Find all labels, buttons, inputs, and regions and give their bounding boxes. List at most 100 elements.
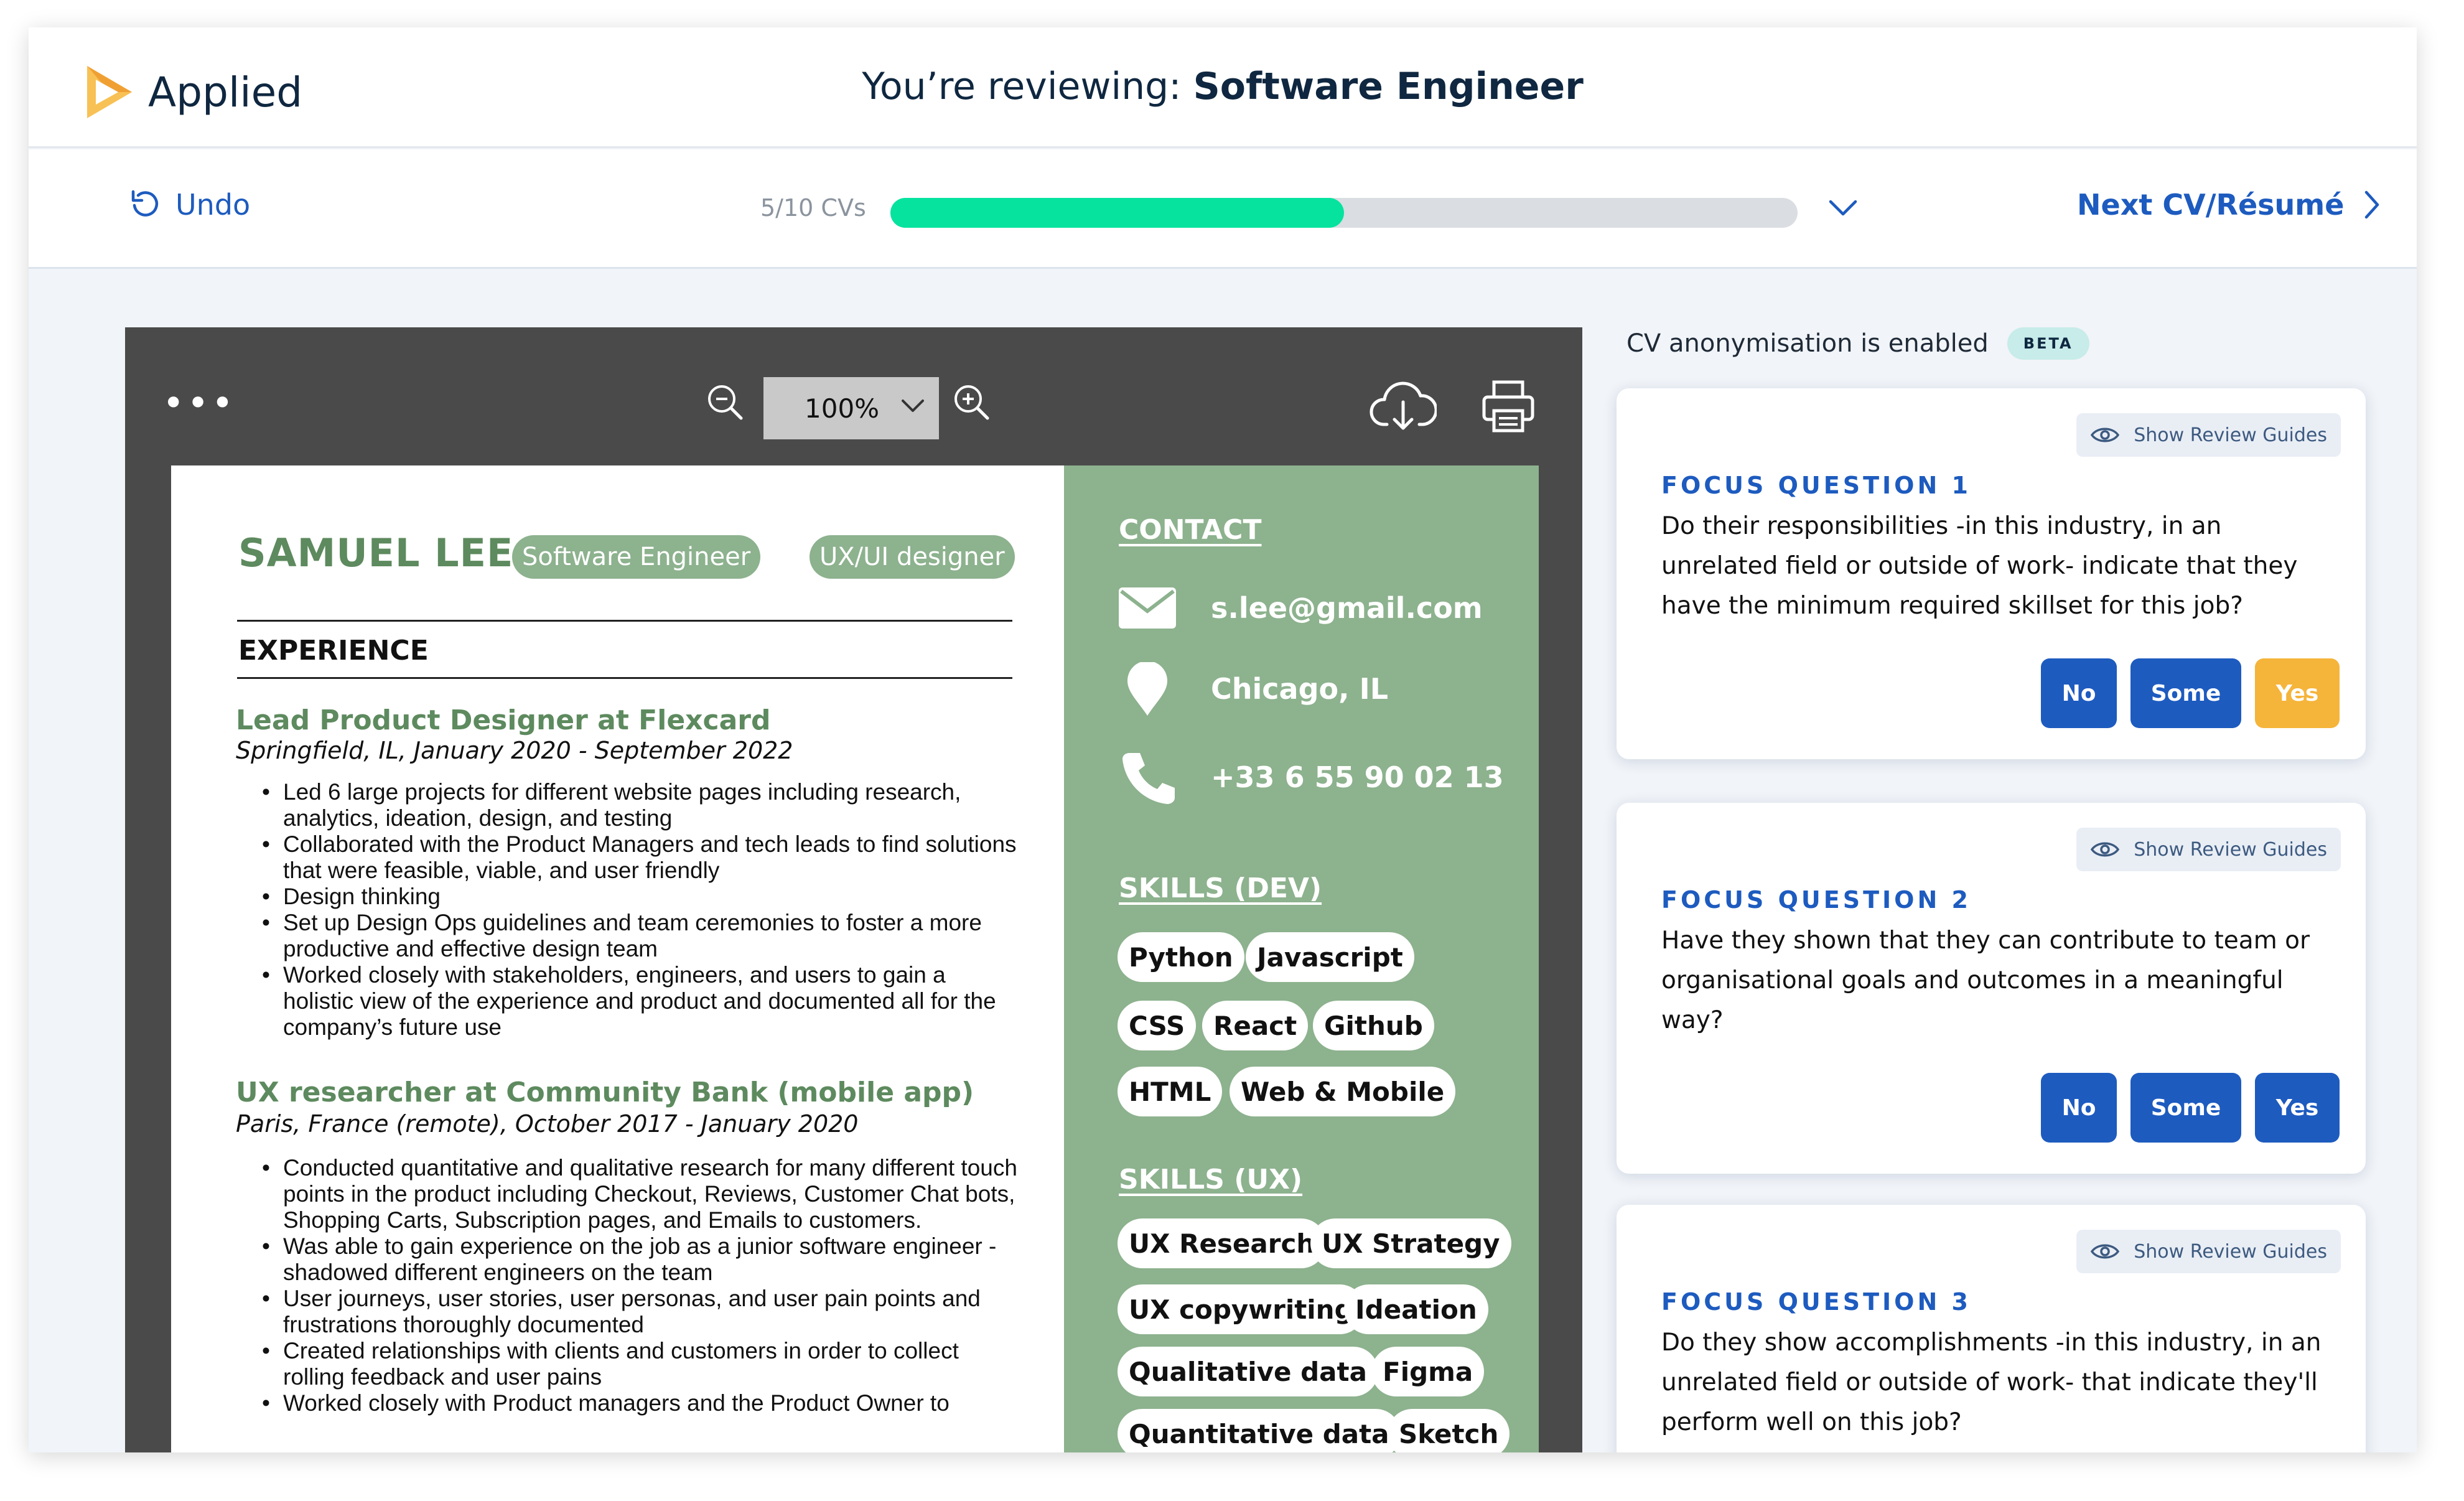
zoom-out-icon[interactable] — [705, 382, 745, 424]
progress-bar — [890, 198, 1798, 228]
job-bullets: Led 6 large projects for different websi… — [262, 779, 1017, 1040]
contact-email: s.lee@gmail.com — [1119, 587, 1483, 629]
list-item: Was able to gain experience on the job a… — [262, 1233, 1017, 1286]
guide-label: Show Review Guides — [2134, 838, 2327, 861]
skill-chip: Web & Mobile — [1230, 1067, 1456, 1116]
location-text: Chicago, IL — [1211, 672, 1389, 706]
skill-chip: Quantitative data — [1118, 1409, 1401, 1452]
show-review-guides-button[interactable]: Show Review Guides — [2076, 828, 2341, 871]
undo-label: Undo — [175, 188, 251, 222]
list-item: Worked closely with stakeholders, engine… — [262, 962, 1017, 1040]
skill-chip: HTML — [1118, 1067, 1223, 1116]
anonymisation-text: CV anonymisation is enabled — [1626, 329, 1989, 358]
answer-some-button[interactable]: Some — [2130, 1073, 2241, 1143]
list-item: Created relationships with clients and c… — [262, 1338, 1017, 1390]
answer-no-button[interactable]: No — [2041, 658, 2117, 728]
eye-icon — [2091, 1244, 2120, 1259]
app-header: Applied You’re reviewing: Software Engin… — [29, 27, 2417, 148]
contact-location: Chicago, IL — [1119, 662, 1388, 716]
answer-yes-button[interactable]: Yes — [2255, 658, 2340, 728]
anonymisation-notice: CV anonymisation is enabled BETA — [1626, 327, 2089, 360]
next-cv-button[interactable]: Next CV/Résumé — [2077, 188, 2381, 222]
skill-chip: UX copywriting — [1118, 1284, 1365, 1334]
job-bullets: Conducted quantitative and qualitative r… — [262, 1155, 1017, 1416]
app-window: Applied You’re reviewing: Software Engin… — [29, 27, 2417, 1452]
mail-icon — [1119, 587, 1176, 629]
question-label: FOCUS QUESTION 1 — [1661, 472, 1971, 499]
skill-chip: Figma — [1371, 1347, 1485, 1396]
skill-chip: Ideation — [1344, 1284, 1488, 1334]
skills-dev-heading: SKILLS (DEV) — [1119, 872, 1322, 904]
question-text: Have they shown that they can contribute… — [1661, 927, 2310, 1034]
skill-chip: UX Research — [1118, 1218, 1327, 1268]
contact-phone: +33 6 55 90 02 13 — [1119, 750, 1504, 804]
candidate-name: SAMUEL LEE — [238, 530, 514, 576]
question-text: Do their responsibilities -in this indus… — [1661, 512, 2298, 620]
skill-chip: Qualitative data — [1118, 1347, 1378, 1396]
skill-chip: React — [1202, 1001, 1309, 1050]
undo-button[interactable]: Undo — [128, 188, 250, 222]
chevron-right-icon — [2365, 190, 2379, 219]
skill-chip: CSS — [1118, 1001, 1197, 1050]
guide-label: Show Review Guides — [2134, 424, 2327, 446]
list-item: User journeys, user stories, user person… — [262, 1286, 1017, 1338]
cloud-download-icon[interactable] — [1370, 376, 1438, 434]
zoom-in-icon[interactable] — [951, 382, 991, 424]
job-title: UX researcher at Community Bank (mobile … — [236, 1077, 974, 1108]
skill-chip: Javascript — [1246, 932, 1414, 982]
skill-chip: Github — [1313, 1001, 1434, 1050]
guide-label: Show Review Guides — [2134, 1240, 2327, 1263]
answer-no-button[interactable]: No — [2041, 1073, 2117, 1143]
chevron-down-icon — [902, 400, 924, 412]
show-review-guides-button[interactable]: Show Review Guides — [2076, 1230, 2341, 1273]
focus-question-card-1: Show Review Guides FOCUS QUESTION 1 Do t… — [1617, 388, 2366, 759]
question-label: FOCUS QUESTION 3 — [1661, 1288, 1971, 1316]
eye-icon — [2091, 842, 2120, 857]
list-item: Design thinking — [262, 884, 1017, 910]
list-item: Set up Design Ops guidelines and team ce… — [262, 910, 1017, 962]
chevron-down-icon[interactable] — [1827, 195, 1859, 223]
undo-icon — [131, 190, 159, 217]
skills-ux-heading: SKILLS (UX) — [1119, 1164, 1303, 1195]
cv-main-column: SAMUEL LEE Software Engineer UX/UI desig… — [171, 465, 1064, 1452]
zoom-select[interactable]: 100% — [763, 377, 939, 439]
progress-fill — [890, 198, 1344, 228]
review-role: Software Engineer — [1193, 65, 1584, 108]
list-item: Led 6 large projects for different websi… — [262, 779, 1017, 831]
document-viewer: ••• 100% SAMUEL LEE Software Engineer UX… — [125, 327, 1582, 1452]
job-title: Lead Product Designer at Flexcard — [236, 704, 771, 736]
next-cv-label: Next CV/Résumé — [2077, 188, 2345, 222]
review-prefix: You’re reviewing: — [862, 65, 1182, 108]
answer-some-button[interactable]: Some — [2130, 658, 2241, 728]
experience-heading: EXPERIENCE — [238, 635, 429, 666]
eye-icon — [2091, 428, 2120, 442]
cv-page: SAMUEL LEE Software Engineer UX/UI desig… — [171, 465, 1539, 1452]
question-text: Do they show accomplishments -in this in… — [1661, 1329, 2322, 1436]
focus-question-card-3: Show Review Guides FOCUS QUESTION 3 Do t… — [1617, 1205, 2366, 1452]
cv-count: 5/10 CVs — [760, 194, 866, 222]
list-item: Worked closely with Product managers and… — [262, 1390, 1017, 1416]
page-title: You’re reviewing: Software Engineer — [29, 65, 2417, 108]
zoom-value: 100% — [805, 393, 880, 424]
focus-question-card-2: Show Review Guides FOCUS QUESTION 2 Have… — [1617, 803, 2366, 1174]
role-tag: Software Engineer — [512, 535, 761, 579]
job-meta: Paris, France (remote), October 2017 - J… — [236, 1110, 859, 1138]
divider — [237, 620, 1012, 622]
skill-chip: UX Strategy — [1310, 1218, 1511, 1268]
list-item: Conducted quantitative and qualitative r… — [262, 1155, 1017, 1233]
phone-icon — [1122, 753, 1175, 804]
role-tag: UX/UI designer — [810, 535, 1015, 579]
job-meta: Springfield, IL, January 2020 - Septembe… — [236, 737, 793, 764]
skill-chip: Python — [1118, 932, 1244, 982]
skill-chip: Sketch — [1388, 1409, 1510, 1452]
beta-badge: BETA — [2007, 327, 2089, 360]
more-icon[interactable]: ••• — [162, 385, 236, 422]
location-pin-icon — [1127, 662, 1167, 716]
answer-yes-button[interactable]: Yes — [2255, 1073, 2340, 1143]
contact-heading: CONTACT — [1119, 514, 1262, 546]
phone-text: +33 6 55 90 02 13 — [1211, 760, 1504, 794]
print-icon[interactable] — [1480, 378, 1536, 437]
email-text: s.lee@gmail.com — [1211, 591, 1483, 625]
cv-side-column: CONTACT s.lee@gmail.com Chicago, IL +33 … — [1064, 465, 1539, 1452]
show-review-guides-button[interactable]: Show Review Guides — [2076, 413, 2341, 457]
